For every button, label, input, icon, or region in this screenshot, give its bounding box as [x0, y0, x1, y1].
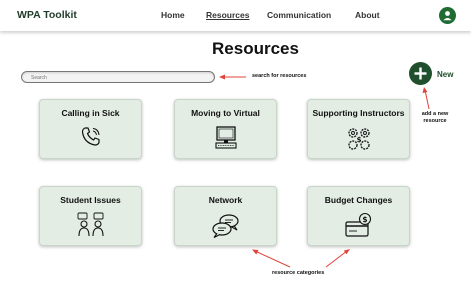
- annotation-add: add a new resource: [421, 111, 449, 124]
- annotation-categories: resource categories: [272, 270, 325, 276]
- annotation-search: search for resources: [252, 73, 307, 79]
- annotation-arrows: [219, 74, 430, 268]
